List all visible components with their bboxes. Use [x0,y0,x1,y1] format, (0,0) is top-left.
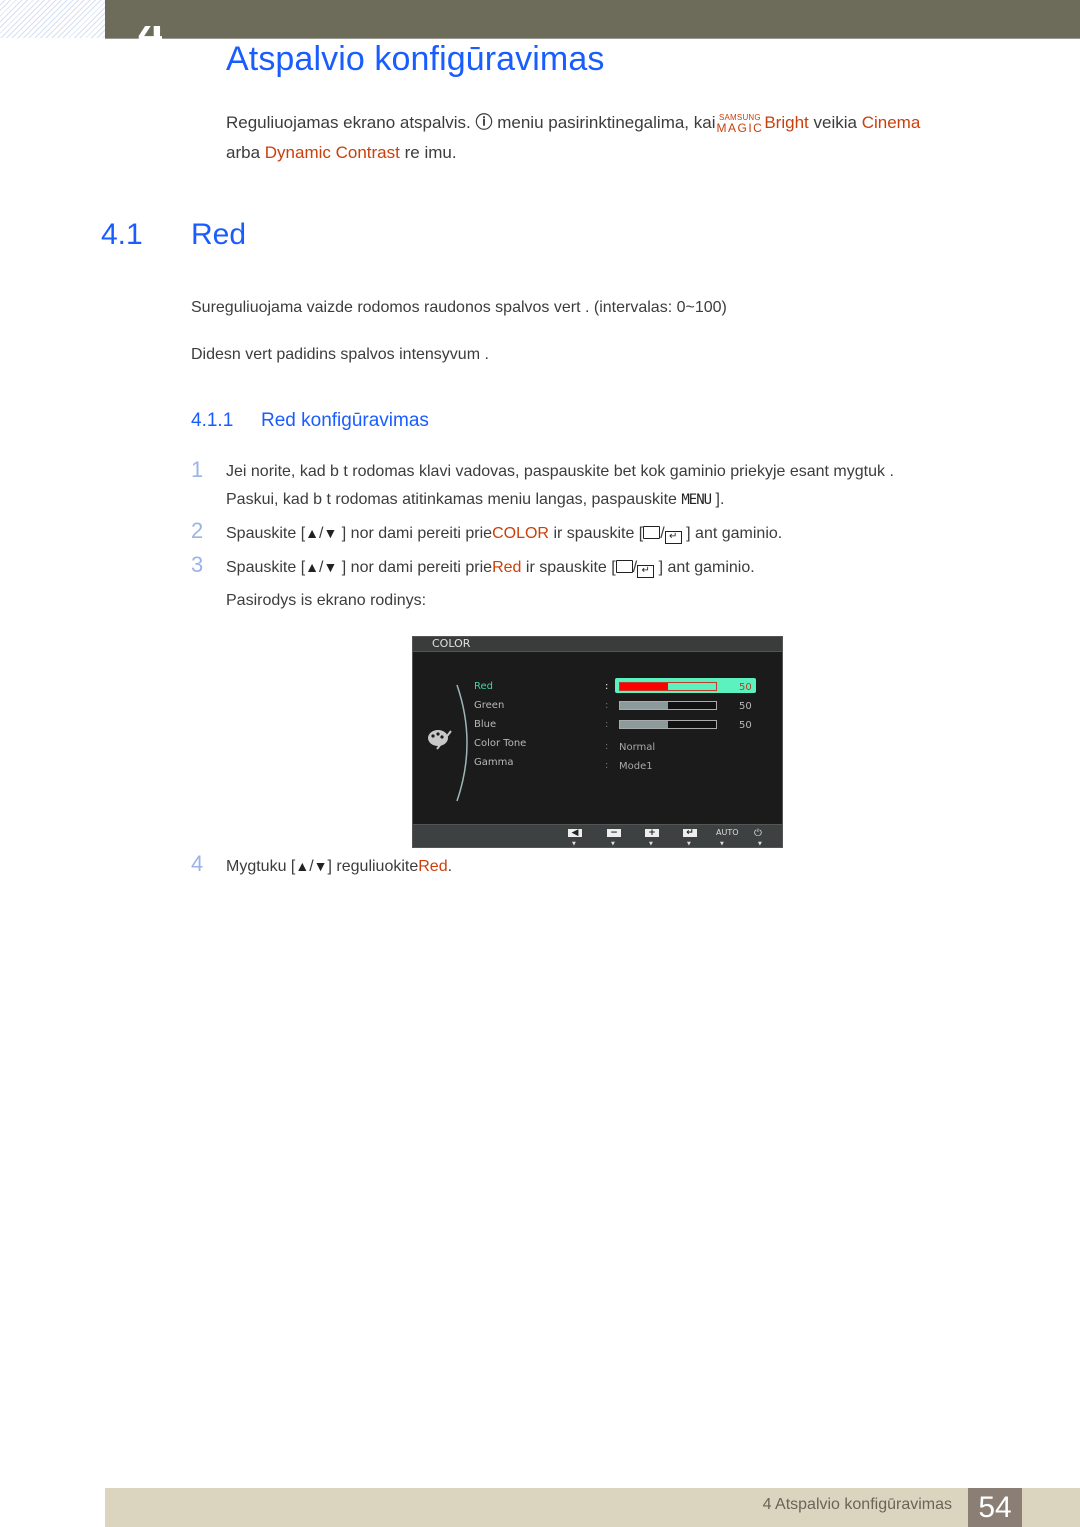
page-number: 54 [968,1488,1022,1527]
osd-slider-blue[interactable] [619,720,717,729]
step-text: ] nor dami pereiti prie [341,559,493,576]
osd-minus-button[interactable]: − [607,829,621,838]
menu-button-icon: MENU [681,492,712,508]
step-2-text: Spauskite [▲/▼ ] nor dami pereiti prieCO… [226,525,783,544]
source-button-icon [615,560,633,573]
osd-value: 50 [739,701,752,712]
osd-left-button[interactable]: ◀ [568,829,582,838]
section-title: Red [191,218,247,251]
osd-button-arrow-icon: ▼ [720,841,724,847]
down-arrow-icon: ▼ [323,525,338,541]
up-arrow-icon: ▲ [305,525,320,541]
section-number: 4.1 [101,218,143,251]
osd-slider-fill [620,721,668,728]
red-menu-term: Red [492,559,522,576]
step-text: ] reguliuokite [327,858,419,875]
header-hatch-pattern [0,0,105,38]
step-number: 2 [191,518,204,543]
osd-button-arrow-icon: ▼ [649,841,653,847]
red-term: Red [418,858,448,875]
step-text-line: ]. [715,491,725,508]
osd-button-arrow-icon: ▼ [611,841,615,847]
osd-enter-button[interactable]: ↵ [683,829,697,838]
osd-button-bar: ◀ ▼ − ▼ + ▼ ↵ ▼ AUTO ▼ ⏻ ▼ [413,824,782,847]
subsection-number: 4.1.1 [191,410,234,431]
osd-colon: : [605,760,609,771]
subsection-title: Red konfigūravimas [261,410,429,431]
step-number: 1 [191,457,204,482]
down-arrow-icon: ▼ [313,858,328,874]
step-text: . [447,858,453,875]
osd-slider-red[interactable] [619,682,717,691]
osd-value-color-tone: Normal [619,742,656,753]
osd-value: 50 [739,720,752,731]
osd-title: COLOR [413,637,782,652]
step-text: ir spauskite [ [525,559,616,576]
samsung-magic-logo: SAMSUNG MAGIC [716,113,764,135]
magic-bright-term: Bright [764,113,809,132]
chapter-header-bar [105,0,1080,39]
osd-slider-fill [620,702,668,709]
step-4-text: Mygtuku [▲/▼] reguliuokiteRed. [226,852,1026,881]
page-footer: 4 Atspalvio konfigūravimas [105,1488,1080,1527]
step-text-line: Paskui, kad b t rodomas atitinkamas meni… [226,491,677,508]
down-arrow-icon: ▼ [323,559,338,575]
step-text: ir spauskite [ [553,525,644,542]
step-text: Spauskite [ [226,559,306,576]
enter-button-icon: ↵ [664,531,682,544]
osd-color-menu: COLOR Red: 50 Green: 50 Blue: 50 Color Tone: No… [412,636,783,848]
up-arrow-icon: ▲ [295,858,310,874]
step-number: 4 [191,851,204,876]
intro-text: re imu. [404,143,457,162]
color-menu-term: COLOR [492,525,549,542]
step-1-text: Jei norite, kad b t rodomas klavi vadova… [226,458,1026,514]
osd-colon: : [605,681,609,692]
enter-button-icon: ↵ [637,565,655,578]
dynamic-contrast-term: Dynamic Contrast [264,143,400,162]
step-text: ] nor dami pereiti prie [341,525,493,542]
intro-text: veikia [813,113,857,132]
intro-text: arba [226,143,261,162]
osd-item-blue[interactable]: Blue [474,719,496,730]
osd-plus-button[interactable]: + [645,829,659,838]
chapter-title: Atspalvio konfigūravimas [226,40,605,78]
step-text-line: Jei norite, kad b t rodomas klavi vadova… [226,463,894,480]
palette-icon [428,730,452,750]
osd-colon: : [605,719,609,730]
section-description: Sureguliuojama vaizde rodomos raudonos s… [191,299,727,316]
osd-item-color-tone[interactable]: Color Tone [474,738,526,749]
osd-slider-green[interactable] [619,701,717,710]
intro-text: Reguliuojamas ekrano atspalvis. [226,113,471,132]
chapter-number: 4 [138,26,162,40]
step-text: Spauskite [ [226,525,306,542]
step-number: 3 [191,552,204,577]
info-icon: ⓘ [475,113,493,132]
step-text: Mygtuku [ [226,858,296,875]
cinema-term: Cinema [861,113,921,132]
step-text: ] ant gaminio. [686,525,783,542]
osd-auto-button[interactable]: AUTO [716,828,739,837]
osd-item-gamma[interactable]: Gamma [474,757,514,768]
step-text: ] ant gaminio. [658,559,755,576]
osd-button-arrow-icon: ▼ [687,841,691,847]
osd-button-arrow-icon: ▼ [758,841,762,847]
up-arrow-icon: ▲ [305,559,320,575]
osd-button-arrow-icon: ▼ [572,841,576,847]
osd-item-red[interactable]: Red [474,681,493,692]
step-3-note: Pasirodys is ekrano rodinys: [226,592,427,609]
osd-power-button[interactable]: ⏻ [754,828,762,839]
osd-item-green[interactable]: Green [474,700,504,711]
intro-paragraph: Reguliuojamas ekrano atspalvis. ⓘ meniu … [226,108,1026,168]
osd-colon: : [605,741,609,752]
footer-chapter-label: 4 Atspalvio konfigūravimas [762,1496,952,1513]
osd-value: 50 [739,682,752,693]
osd-slider-fill [620,683,668,690]
osd-value-gamma: Mode1 [619,761,653,772]
intro-text: meniu pasirinktinegalima, kai [497,113,716,132]
osd-colon: : [605,700,609,711]
step-3-text: Spauskite [▲/▼ ] nor dami pereiti prieRe… [226,559,755,578]
source-button-icon [643,526,661,539]
section-note: Didesn vert padidins spalvos intensyvum … [191,346,489,363]
